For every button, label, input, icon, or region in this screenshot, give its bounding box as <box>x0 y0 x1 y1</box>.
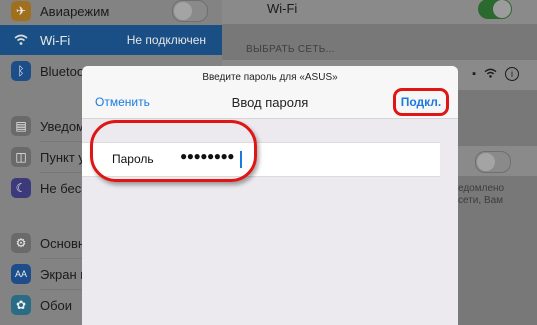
hint-text-1: едомлено <box>458 183 505 194</box>
password-highlight-annotation <box>90 120 257 182</box>
sidebar-item-label: Авиарежим <box>40 3 110 19</box>
cancel-button[interactable]: Отменить <box>95 95 150 109</box>
sidebar-item-wifi[interactable]: Wi-Fi Не подключен <box>0 25 222 55</box>
password-dialog: Введите пароль для «ASUS» Ввод пароля От… <box>82 66 458 325</box>
wifi-icon <box>11 30 31 50</box>
moon-icon: ☾ <box>11 178 31 198</box>
hint-text-2: сети, Вам <box>458 195 504 206</box>
notifications-icon: ▤ <box>11 116 31 136</box>
connect-button[interactable]: Подкл. <box>393 88 449 116</box>
wifi-toggle[interactable] <box>478 0 512 19</box>
sidebar-item-label: Обои <box>40 297 73 313</box>
dialog-header: Введите пароль для «ASUS» Ввод пароля От… <box>82 66 458 119</box>
connect-button-label: Подкл. <box>400 95 442 109</box>
gear-icon: ⚙ <box>11 233 31 253</box>
sidebar-item-airplane[interactable]: ✈ Авиарежим <box>0 0 222 26</box>
control-center-icon: ◫ <box>11 147 31 167</box>
info-icon[interactable]: i <box>505 67 519 81</box>
wifi-toggle-row: Wi-Fi <box>222 0 537 24</box>
dialog-prompt: Введите пароль для «ASUS» <box>202 72 338 83</box>
wifi-status: Не подключен <box>126 33 206 47</box>
sidebar-item-label: Wi-Fi <box>40 32 71 48</box>
lock-icon: ▪ <box>472 68 476 80</box>
airplane-icon: ✈ <box>11 1 31 21</box>
ipad-settings-screen: ✈ Авиарежим Wi-Fi Не подключен ᛒ Bluetoo… <box>0 0 537 325</box>
airplane-toggle[interactable] <box>172 0 208 22</box>
wallpaper-icon: ✿ <box>11 295 31 315</box>
ask-to-join-toggle[interactable] <box>475 151 511 173</box>
section-header: ВЫБРАТЬ СЕТЬ... <box>246 44 335 55</box>
wifi-toggle-label: Wi-Fi <box>267 1 298 16</box>
bluetooth-icon: ᛒ <box>11 61 31 81</box>
display-icon: AA <box>11 264 31 284</box>
wifi-signal-icon <box>484 68 497 81</box>
network-row-icons: ▪ i <box>472 67 519 81</box>
